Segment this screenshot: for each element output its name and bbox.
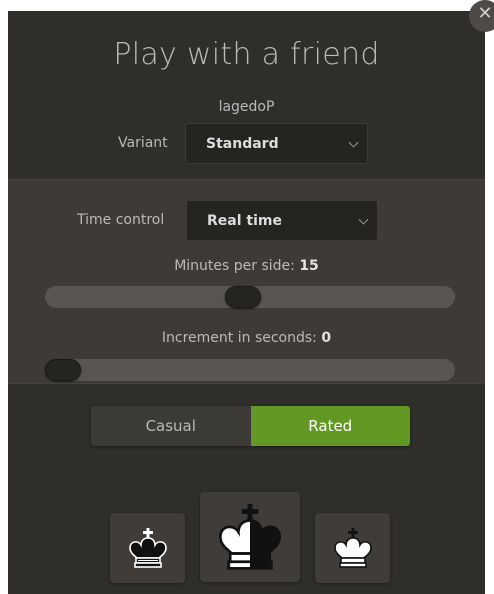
opponent-name: lagedoP bbox=[218, 99, 275, 115]
play-black-button[interactable] bbox=[110, 513, 185, 583]
close-icon: ✕ bbox=[477, 3, 493, 24]
chevron-down-icon bbox=[348, 137, 359, 148]
increment-value: 0 bbox=[321, 330, 332, 346]
increment-slider[interactable] bbox=[45, 359, 455, 381]
dialog-title: Play with a friend bbox=[113, 37, 380, 72]
white-king-icon bbox=[333, 528, 372, 568]
minutes-label: Minutes per side: bbox=[174, 258, 295, 274]
minutes-slider[interactable] bbox=[45, 286, 455, 308]
increment-label: Increment in seconds: bbox=[161, 330, 317, 346]
variant-label: Variant bbox=[118, 135, 168, 151]
minutes-per-side-caption: Minutes per side: 15 bbox=[8, 258, 485, 274]
increment-caption: Increment in seconds: 0 bbox=[8, 330, 485, 346]
variant-select[interactable]: Standard bbox=[185, 123, 368, 164]
play-random-color-button[interactable] bbox=[200, 492, 300, 582]
minutes-slider-thumb[interactable] bbox=[225, 286, 261, 308]
minutes-value: 15 bbox=[299, 258, 319, 274]
increment-slider-thumb[interactable] bbox=[45, 359, 81, 381]
play-with-friend-dialog: Play with a friend lagedoP Variant Stand… bbox=[8, 11, 485, 594]
game-mode-toggle: Casual Rated bbox=[91, 406, 410, 446]
rated-button[interactable]: Rated bbox=[250, 406, 410, 446]
play-white-button[interactable] bbox=[315, 513, 390, 583]
casual-button[interactable]: Casual bbox=[91, 406, 251, 446]
variant-select-value: Standard bbox=[206, 135, 279, 152]
black-king-icon bbox=[128, 528, 167, 568]
time-control-select[interactable]: Real time bbox=[186, 200, 378, 241]
half-king-icon bbox=[218, 504, 282, 570]
time-settings-section: Time control Real time Minutes per side:… bbox=[8, 179, 485, 384]
close-button[interactable]: ✕ bbox=[469, 0, 494, 32]
time-control-label: Time control bbox=[77, 212, 165, 228]
chevron-down-icon bbox=[358, 214, 369, 225]
time-control-select-value: Real time bbox=[207, 212, 282, 229]
